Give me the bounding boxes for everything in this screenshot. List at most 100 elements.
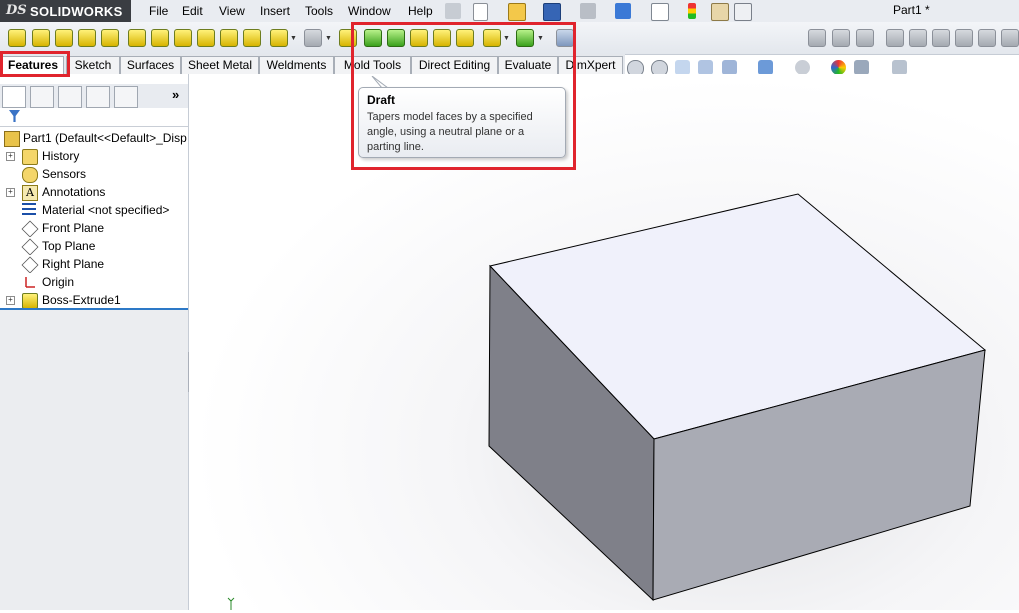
view-orientation-icon[interactable] (722, 60, 737, 75)
delete-face-icon[interactable] (909, 29, 927, 47)
feature-manager-panel: » Part1 (Default<<Default>_Disp + Histor… (0, 74, 189, 610)
solidworks-logo[interactable]: DS SOLIDWORKS (0, 0, 131, 22)
extrude-icon (22, 293, 38, 309)
previous-view-icon[interactable] (675, 60, 690, 75)
fillet-dropdown-icon[interactable]: ▼ (290, 35, 297, 42)
menu-window[interactable]: Window (348, 4, 391, 18)
tree-item-label: Front Plane (42, 221, 105, 235)
swept-boss-icon[interactable] (55, 29, 73, 47)
revolved-boss-icon[interactable] (32, 29, 50, 47)
graphics-area[interactable] (189, 74, 1019, 610)
linear-pattern-icon[interactable] (304, 29, 322, 47)
tree-item-sensors[interactable]: Sensors (0, 165, 188, 183)
options-icon[interactable] (734, 3, 752, 21)
print-icon[interactable] (580, 3, 596, 19)
material-icon (22, 203, 36, 217)
tooltip-description: Tapers model faces by a specified angle,… (367, 111, 533, 153)
extruded-boss-icon[interactable] (8, 29, 26, 47)
menu-tools[interactable]: Tools (305, 4, 333, 18)
tree-item-label: Annotations (42, 185, 106, 199)
tree-root-part[interactable]: Part1 (Default<<Default>_Disp (0, 129, 188, 147)
swept-cut-icon[interactable] (197, 29, 215, 47)
panel-empty-area (0, 310, 188, 610)
undo-icon[interactable] (615, 3, 631, 19)
flex-icon[interactable] (808, 29, 826, 47)
apply-scene-icon[interactable] (854, 60, 869, 75)
expand-toggle-icon[interactable]: + (6, 152, 15, 161)
filter-icon[interactable] (9, 110, 20, 122)
manager-tabs: » (0, 84, 188, 109)
move-face-icon[interactable] (886, 29, 904, 47)
property-manager-tab-icon[interactable] (30, 86, 54, 108)
feature-filter[interactable] (0, 108, 188, 127)
pin-icon[interactable] (445, 3, 461, 19)
edit-appearance-icon[interactable] (831, 60, 846, 75)
cut-surface-icon[interactable] (1001, 29, 1019, 47)
tree-item-label: Top Plane (42, 239, 96, 253)
tree-root-label: Part1 (Default<<Default>_Disp (23, 131, 187, 145)
annotations-icon: A (22, 185, 38, 201)
tree-item-top-plane[interactable]: Top Plane (0, 237, 188, 255)
open-folder-icon[interactable] (508, 3, 526, 21)
tab-sketch[interactable]: Sketch (66, 56, 120, 74)
display-manager-tab-icon[interactable] (114, 86, 138, 108)
extruded-cut-icon[interactable] (128, 29, 146, 47)
tree-item-history[interactable]: + History (0, 147, 188, 165)
tree-item-origin[interactable]: Origin (0, 273, 188, 291)
tree-item-front-plane[interactable]: Front Plane (0, 219, 188, 237)
tab-surfaces[interactable]: Surfaces (120, 56, 181, 74)
boundary-boss-icon[interactable] (101, 29, 119, 47)
dimxpert-manager-tab-icon[interactable] (86, 86, 110, 108)
expand-panel-icon[interactable]: » (172, 87, 179, 102)
3d-model-view[interactable] (189, 74, 1019, 610)
origin-icon (22, 275, 36, 289)
thicken-icon[interactable] (978, 29, 996, 47)
tree-item-right-plane[interactable]: Right Plane (0, 255, 188, 273)
menu-file[interactable]: File (149, 4, 168, 18)
tree-item-boss-extrude1[interactable]: + Boss-Extrude1 (0, 291, 188, 309)
deform-icon[interactable] (832, 29, 850, 47)
view-settings-icon[interactable] (892, 60, 907, 75)
tree-item-label: Sensors (42, 167, 87, 181)
menu-help[interactable]: Help (408, 4, 433, 18)
feature-manager-tab-icon[interactable] (2, 86, 26, 108)
ds-logo-mark: DS (6, 3, 27, 18)
sensor-icon (22, 167, 38, 183)
boundary-cut-icon[interactable] (243, 29, 261, 47)
part-icon (4, 131, 20, 147)
brand-name: SOLIDWORKS (30, 4, 123, 19)
menu-bar: DS SOLIDWORKS File Edit View Insert Tool… (0, 0, 1019, 23)
save-icon[interactable] (543, 3, 561, 21)
indent-icon[interactable] (856, 29, 874, 47)
hole-wizard-icon[interactable] (151, 29, 169, 47)
file-properties-icon[interactable] (711, 3, 729, 21)
plane-icon (21, 256, 39, 273)
lofted-cut-icon[interactable] (220, 29, 238, 47)
select-arrow-icon[interactable] (651, 3, 669, 21)
plane-icon (21, 220, 39, 237)
menu-insert[interactable]: Insert (260, 4, 290, 18)
expand-toggle-icon[interactable]: + (6, 296, 15, 305)
configuration-manager-tab-icon[interactable] (58, 86, 82, 108)
tree-item-label: Material <not specified> (42, 203, 170, 217)
expand-toggle-icon[interactable]: + (6, 188, 15, 197)
new-document-icon[interactable] (473, 3, 488, 21)
revolved-cut-icon[interactable] (174, 29, 192, 47)
tree-item-annotations[interactable]: + A Annotations (0, 183, 188, 201)
pattern-dropdown-icon[interactable]: ▼ (325, 35, 332, 42)
rebuild-icon[interactable] (688, 3, 696, 19)
tree-item-label: Origin (42, 275, 75, 289)
tab-weldments[interactable]: Weldments (259, 56, 334, 74)
tree-item-label: History (42, 149, 80, 163)
display-style-icon[interactable] (758, 60, 773, 75)
menu-view[interactable]: View (219, 4, 245, 18)
offset-surface-icon[interactable] (955, 29, 973, 47)
menu-edit[interactable]: Edit (182, 4, 203, 18)
lofted-boss-icon[interactable] (78, 29, 96, 47)
replace-face-icon[interactable] (932, 29, 950, 47)
hide-show-items-icon[interactable] (795, 60, 810, 75)
fillet-icon[interactable] (270, 29, 288, 47)
tree-item-material[interactable]: Material <not specified> (0, 201, 188, 219)
tab-sheet-metal[interactable]: Sheet Metal (181, 56, 259, 74)
section-view-icon[interactable] (698, 60, 713, 75)
